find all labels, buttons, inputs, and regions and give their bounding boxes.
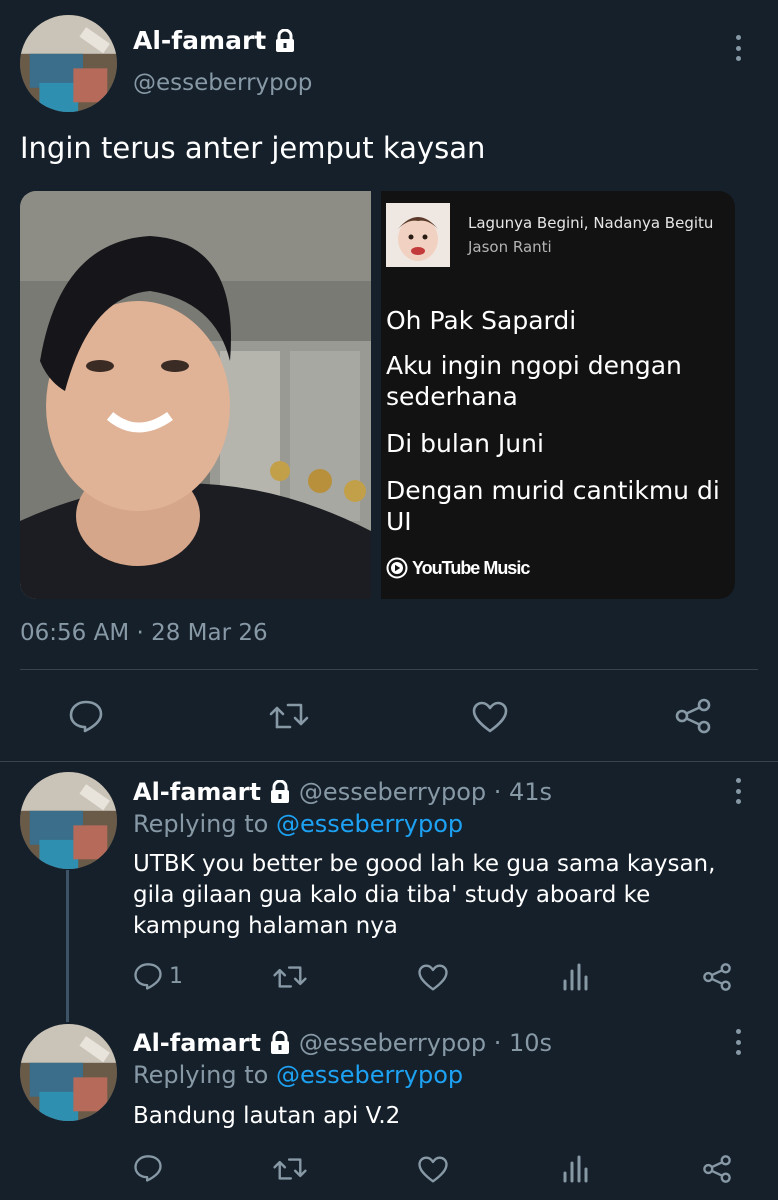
share-button[interactable] [702, 1154, 732, 1184]
lyric-line: Oh Pak Sapardi [386, 306, 577, 335]
retweet-button[interactable] [272, 963, 308, 991]
media-card[interactable]: Lagunya Begini, Nadanya Begitu Jason Ran… [20, 191, 735, 599]
replying-to-handle[interactable]: @esseberrypop [276, 810, 463, 838]
author-name-text: Al-famart [133, 26, 267, 55]
reply-header: Al-famart @esseberrypop · 10s [133, 1029, 552, 1057]
share-button[interactable] [702, 962, 732, 992]
lock-icon [276, 28, 295, 52]
reply-text: Bandung lautan api V.2 [133, 1103, 401, 1129]
lyric-line: Di bulan Juni [386, 429, 544, 458]
divider [20, 669, 758, 670]
author-name[interactable]: Al-famart [133, 778, 261, 806]
more-icon[interactable] [734, 35, 742, 61]
divider [0, 761, 778, 762]
like-icon [472, 701, 508, 733]
replying-to-label: Replying to [133, 1061, 269, 1089]
youtube-music-label: YouTube Music [412, 557, 530, 578]
like-button[interactable] [471, 700, 509, 734]
photo-image [20, 191, 371, 599]
share-icon [703, 963, 731, 991]
lyric-line: Aku ingin ngopi dengan sederhana [386, 351, 682, 411]
reply-icon [69, 700, 103, 733]
reply-count: 1 [169, 963, 183, 989]
album-art [386, 203, 450, 267]
reply-header: Al-famart @esseberrypop · 41s [133, 778, 552, 806]
share-icon [675, 698, 711, 734]
author-handle-time[interactable]: @esseberrypop · 10s [299, 1029, 552, 1057]
like-icon [418, 1156, 448, 1183]
replying-to-handle[interactable]: @esseberrypop [276, 1061, 463, 1089]
analytics-icon [563, 963, 588, 991]
lyric-line: Dengan murid cantikmu di UI [386, 476, 720, 536]
replying-to: Replying to @esseberrypop [133, 810, 463, 838]
song-title: Lagunya Begini, Nadanya Begitu [468, 214, 714, 232]
avatar-image [20, 15, 117, 112]
retweet-button[interactable] [268, 700, 310, 732]
share-button[interactable] [674, 698, 712, 734]
reply-icon [134, 1155, 162, 1182]
like-button[interactable] [417, 963, 449, 992]
avatar-image [20, 1024, 117, 1121]
song-artist: Jason Ranti [468, 238, 552, 256]
replying-to: Replying to @esseberrypop [133, 1061, 463, 1089]
youtube-music-brand: YouTube Music [386, 557, 530, 579]
like-icon [418, 964, 448, 991]
more-icon[interactable] [734, 1029, 742, 1055]
analytics-icon [563, 1155, 588, 1183]
replying-to-label: Replying to [133, 810, 269, 838]
avatar[interactable] [20, 1024, 117, 1121]
reply-button[interactable]: 1 [133, 961, 183, 991]
tweet-timestamp[interactable]: 06:56 AM · 28 Mar 26 [20, 620, 268, 646]
avatar[interactable] [20, 772, 117, 869]
retweet-icon [273, 966, 307, 988]
avatar-image [20, 772, 117, 869]
lock-icon [270, 780, 289, 803]
lock-icon [270, 1031, 289, 1054]
share-icon [703, 1155, 731, 1183]
thread-line [66, 870, 69, 1022]
retweet-icon [269, 703, 309, 729]
retweet-button[interactable] [272, 1155, 308, 1183]
author-handle[interactable]: @esseberrypop [133, 70, 312, 96]
reply-icon [134, 963, 162, 990]
tweet-text: Ingin terus anter jemput kaysan [20, 131, 486, 165]
avatar[interactable] [20, 15, 117, 112]
reply-button[interactable] [133, 1153, 163, 1183]
retweet-icon [273, 1158, 307, 1180]
author-handle-time[interactable]: @esseberrypop · 41s [299, 778, 552, 806]
reply-button[interactable] [68, 698, 104, 734]
lyrics-card[interactable]: Lagunya Begini, Nadanya Begitu Jason Ran… [381, 191, 735, 599]
author-name[interactable]: Al-famart [133, 26, 296, 55]
author-name[interactable]: Al-famart [133, 1029, 261, 1057]
analytics-button[interactable] [562, 963, 588, 991]
more-icon[interactable] [734, 778, 742, 804]
reply-text: UTBK you better be good lah ke gua sama … [133, 851, 716, 939]
youtube-music-icon [386, 557, 408, 579]
like-button[interactable] [417, 1155, 449, 1184]
analytics-button[interactable] [562, 1155, 588, 1183]
photo[interactable] [20, 191, 371, 599]
